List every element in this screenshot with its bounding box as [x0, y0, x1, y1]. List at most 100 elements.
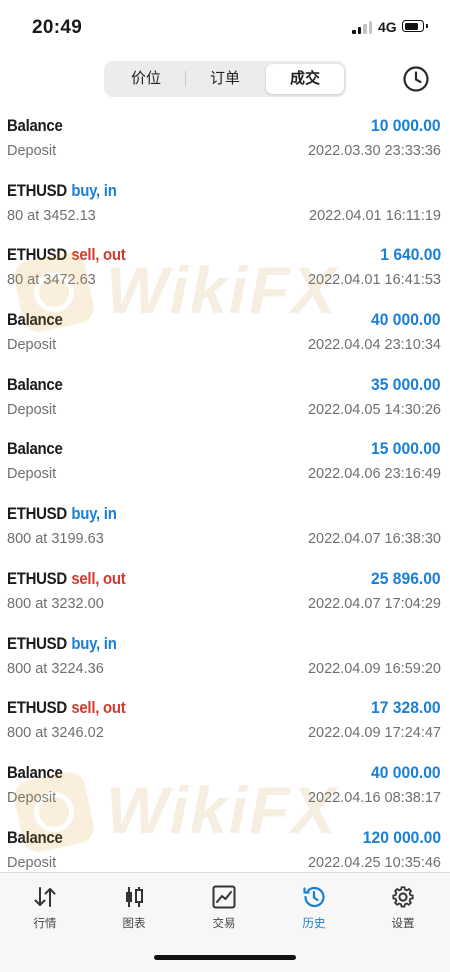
symbol-text: Balance	[7, 116, 63, 135]
deal-profit: 1 640.00	[380, 245, 441, 265]
deal-line-main: ETHUSD sell, out 17 328.00	[7, 698, 441, 720]
deal-symbol: ETHUSD sell, out	[7, 245, 126, 265]
battery-level	[404, 22, 419, 30]
deal-detail: Deposit	[7, 854, 57, 871]
gear-icon	[392, 886, 414, 908]
deal-direction: buy, in	[71, 180, 117, 200]
deal-line-detail: 800 at 3246.02 2022.04.09 17:24:47	[7, 725, 441, 743]
deal-time: 2022.04.16 08:38:17	[307, 789, 441, 806]
clock-icon	[403, 66, 429, 92]
deal-line-detail: 800 at 3232.00 2022.04.07 17:04:29	[7, 596, 441, 614]
symbol-text: ETHUSD	[7, 633, 67, 653]
tab-orders[interactable]: 订单	[186, 64, 264, 94]
segmented-control: 价位 订单 成交	[104, 61, 346, 97]
deal-list: Balance 10 000.00 Deposit 2022.03.30 23:…	[0, 107, 450, 883]
symbol-text: Balance	[7, 827, 63, 847]
deal-symbol: Balance	[7, 439, 63, 459]
deal-line-detail: Deposit 2022.04.25 10:35:46	[7, 855, 441, 873]
symbol-text: Balance	[7, 439, 63, 459]
tab-deals[interactable]: 成交	[266, 64, 344, 94]
home-indicator[interactable]	[154, 955, 296, 960]
tab-quotes[interactable]: 价位	[107, 64, 185, 94]
tab-label: 行情	[33, 918, 57, 930]
deal-time: 2022.04.09 17:24:47	[307, 725, 441, 742]
tab-history[interactable]: 历史	[279, 881, 349, 937]
candlestick-icon	[126, 887, 143, 907]
deal-line-main: ETHUSD buy, in	[7, 504, 441, 526]
tab-quotes-bottom[interactable]: 行情	[10, 881, 80, 937]
deal-line-detail: Deposit 2022.04.05 14:30:26	[7, 402, 441, 420]
symbol-text: ETHUSD	[7, 698, 67, 718]
deal-profit: 40 000.00	[371, 762, 441, 782]
deal-symbol: Balance	[7, 828, 63, 848]
deal-profit: 25 896.00	[371, 568, 441, 588]
deal-detail: Deposit	[7, 337, 57, 354]
deal-direction: buy, in	[71, 633, 117, 653]
deal-detail: 800 at 3232.00	[7, 595, 104, 612]
deal-row[interactable]: Balance 10 000.00 Deposit 2022.03.30 23:…	[0, 107, 450, 172]
deal-line-detail: 800 at 3224.36 2022.04.09 16:59:20	[7, 661, 441, 679]
deal-row[interactable]: Balance 40 000.00 Deposit 2022.04.16 08:…	[0, 754, 450, 819]
deal-symbol: ETHUSD buy, in	[7, 504, 117, 524]
tab-settings[interactable]: 设置	[368, 881, 438, 937]
deal-profit: 10 000.00	[371, 116, 441, 135]
deal-line-main: ETHUSD buy, in	[7, 181, 441, 203]
deal-detail: 80 at 3472.63	[7, 272, 96, 289]
deal-line-detail: 800 at 3199.63 2022.04.07 16:38:30	[7, 531, 441, 549]
deal-row[interactable]: Balance 35 000.00 Deposit 2022.04.05 14:…	[0, 366, 450, 431]
deal-time: 2022.04.06 23:16:49	[307, 466, 441, 483]
deal-profit: 17 328.00	[371, 698, 441, 718]
deal-line-main: Balance 40 000.00	[7, 310, 441, 332]
deal-line-detail: Deposit 2022.04.16 08:38:17	[7, 790, 441, 808]
deal-symbol: ETHUSD buy, in	[7, 181, 117, 201]
deal-line-detail: Deposit 2022.04.06 23:16:49	[7, 466, 441, 484]
deal-time: 2022.04.09 16:59:20	[307, 660, 441, 677]
deal-row[interactable]: ETHUSD buy, in 80 at 3452.13 2022.04.01 1…	[0, 172, 450, 237]
deal-line-main: ETHUSD sell, out 1 640.00	[7, 245, 441, 267]
history-period-button[interactable]	[401, 64, 431, 94]
deal-time: 2022.04.07 16:38:30	[307, 531, 441, 548]
deal-line-main: Balance 35 000.00	[7, 375, 441, 397]
deal-row[interactable]: Balance 40 000.00 Deposit 2022.04.04 23:…	[0, 301, 450, 366]
deal-profit: 15 000.00	[371, 439, 441, 459]
deal-time: 2022.04.07 17:04:29	[307, 595, 441, 612]
symbol-text: Balance	[7, 762, 63, 782]
tab-charts[interactable]: 图表	[99, 881, 169, 937]
symbol-text: Balance	[7, 374, 63, 394]
deal-symbol: ETHUSD buy, in	[7, 634, 117, 654]
symbol-text: ETHUSD	[7, 180, 67, 200]
deal-line-main: Balance 120 000.00	[7, 828, 441, 850]
deal-row[interactable]: ETHUSD sell, out 1 640.00 80 at 3472.63 2…	[0, 236, 450, 301]
deal-row[interactable]: ETHUSD buy, in 800 at 3199.63 2022.04.07 …	[0, 495, 450, 560]
deal-symbol: Balance	[7, 116, 63, 136]
tab-label: 交易	[212, 918, 236, 930]
symbol-text: Balance	[7, 310, 63, 330]
battery-icon	[402, 20, 428, 32]
history-clock-icon	[303, 886, 325, 908]
deal-profit: 40 000.00	[371, 310, 441, 330]
deal-detail: 800 at 3224.36	[7, 660, 104, 677]
tab-trade[interactable]: 交易	[189, 881, 259, 937]
deal-symbol: Balance	[7, 763, 63, 783]
deal-line-detail: 80 at 3472.63 2022.04.01 16:41:53	[7, 272, 441, 290]
symbol-text: ETHUSD	[7, 245, 67, 265]
deal-row[interactable]: ETHUSD buy, in 800 at 3224.36 2022.04.09 …	[0, 625, 450, 690]
trade-chart-icon	[212, 885, 236, 909]
deal-symbol: Balance	[7, 375, 63, 395]
deal-line-main: Balance 10 000.00	[7, 116, 441, 138]
sort-arrows-icon	[34, 887, 56, 907]
signal-icon	[352, 21, 372, 34]
deal-row[interactable]: ETHUSD sell, out 17 328.00 800 at 3246.02…	[0, 689, 450, 754]
deal-time: 2022.04.01 16:11:19	[309, 207, 441, 224]
network-type: 4G	[378, 19, 397, 35]
symbol-text: ETHUSD	[7, 504, 67, 524]
deal-line-main: ETHUSD sell, out 25 896.00	[7, 569, 441, 591]
tab-label: 图表	[122, 918, 146, 930]
deal-row[interactable]: ETHUSD sell, out 25 896.00 800 at 3232.00…	[0, 560, 450, 625]
deal-time: 2022.04.04 23:10:34	[307, 337, 441, 354]
deal-line-detail: Deposit 2022.04.04 23:10:34	[7, 337, 441, 355]
deal-detail: 800 at 3199.63	[7, 531, 104, 548]
deal-row[interactable]: Balance 15 000.00 Deposit 2022.04.06 23:…	[0, 430, 450, 495]
status-time: 20:49	[32, 17, 83, 38]
deal-detail: Deposit	[7, 401, 57, 418]
